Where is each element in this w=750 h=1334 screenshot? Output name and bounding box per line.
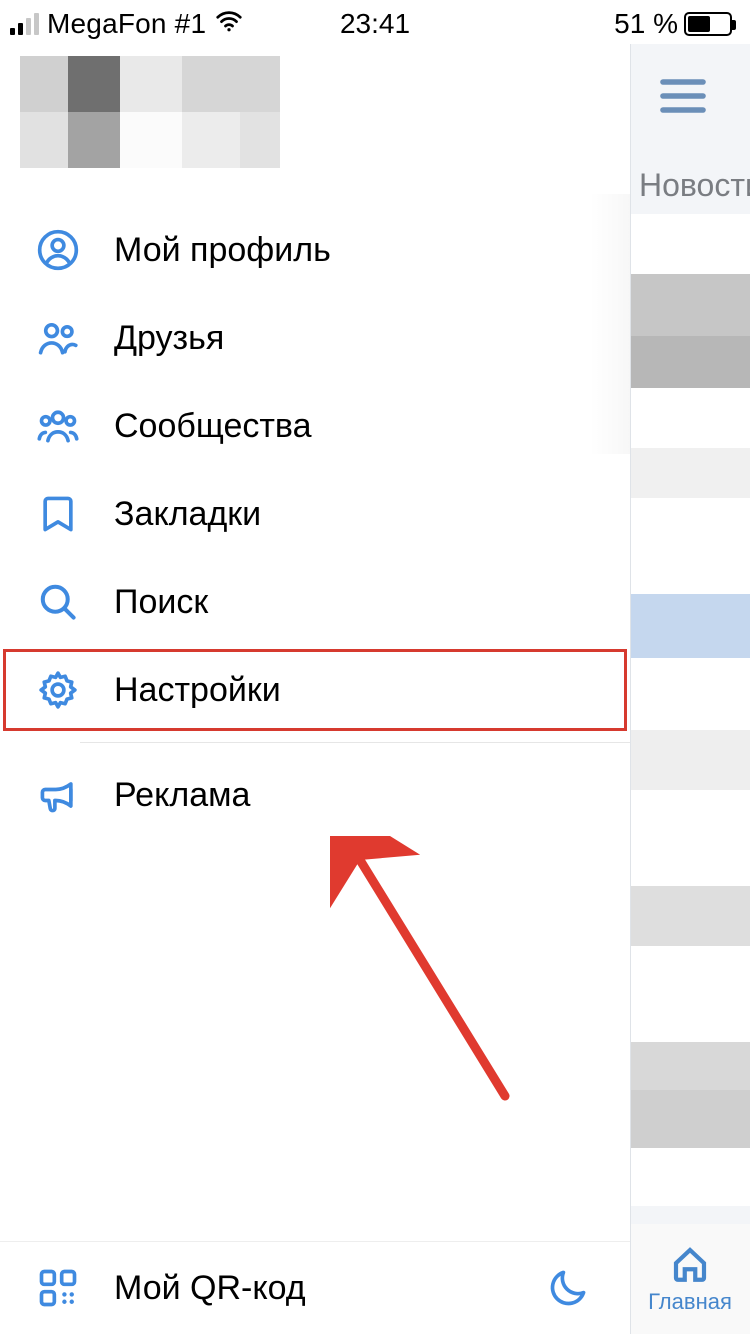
profile-header[interactable] — [0, 44, 630, 172]
menu-list: Мой профиль Друзья Сообщества Закладки — [0, 172, 630, 839]
menu-item-qr[interactable]: Мой QR-код — [36, 1266, 306, 1310]
qr-label: Мой QR-код — [114, 1269, 306, 1308]
menu-item-label: Поиск — [114, 583, 208, 622]
communities-icon — [36, 404, 80, 448]
profile-icon — [36, 228, 80, 272]
friends-icon — [36, 316, 80, 360]
menu-item-label: Друзья — [114, 319, 224, 358]
gear-icon — [36, 668, 80, 712]
search-icon — [36, 580, 80, 624]
status-left: MegaFon #1 — [10, 6, 244, 43]
tab-home[interactable]: Главная — [630, 1224, 750, 1334]
bookmark-icon — [36, 492, 80, 536]
menu-item-friends[interactable]: Друзья — [0, 294, 630, 382]
menu-shadow — [589, 194, 630, 454]
menu-item-label: Мой профиль — [114, 231, 331, 270]
menu-item-settings[interactable]: Настройки — [0, 646, 630, 734]
peek-title: Новости — [631, 119, 750, 204]
peek-content-pixelated — [630, 214, 750, 1206]
menu-item-ads[interactable]: Реклама — [0, 751, 630, 839]
menu-item-bookmarks[interactable]: Закладки — [0, 470, 630, 558]
carrier-label: MegaFon #1 — [47, 8, 206, 40]
menu-item-label: Закладки — [114, 495, 261, 534]
menu-item-search[interactable]: Поиск — [0, 558, 630, 646]
menu-item-communities[interactable]: Сообщества — [0, 382, 630, 470]
menu-item-label: Настройки — [114, 671, 281, 710]
avatar-pixelated — [20, 56, 280, 168]
side-menu: Мой профиль Друзья Сообщества Закладки — [0, 44, 630, 1334]
battery-icon — [684, 12, 732, 36]
clock: 23:41 — [340, 8, 410, 40]
hamburger-icon[interactable] — [631, 44, 750, 119]
menu-item-label: Сообщества — [114, 407, 312, 446]
status-right: 51 % — [614, 8, 732, 40]
tab-label: Главная — [648, 1289, 732, 1315]
battery-percentage: 51 % — [614, 8, 678, 40]
status-bar: MegaFon #1 23:41 51 % — [0, 0, 750, 44]
qr-icon — [36, 1266, 80, 1310]
bottom-row: Мой QR-код — [0, 1241, 630, 1334]
peek-pane[interactable]: Новости Главная — [630, 44, 750, 1334]
menu-divider — [80, 742, 630, 743]
wifi-icon — [214, 6, 244, 43]
megaphone-icon — [36, 773, 80, 817]
moon-icon[interactable] — [546, 1266, 590, 1310]
menu-item-label: Реклама — [114, 776, 250, 815]
cellular-signal-icon — [10, 13, 39, 35]
menu-item-profile[interactable]: Мой профиль — [0, 206, 630, 294]
